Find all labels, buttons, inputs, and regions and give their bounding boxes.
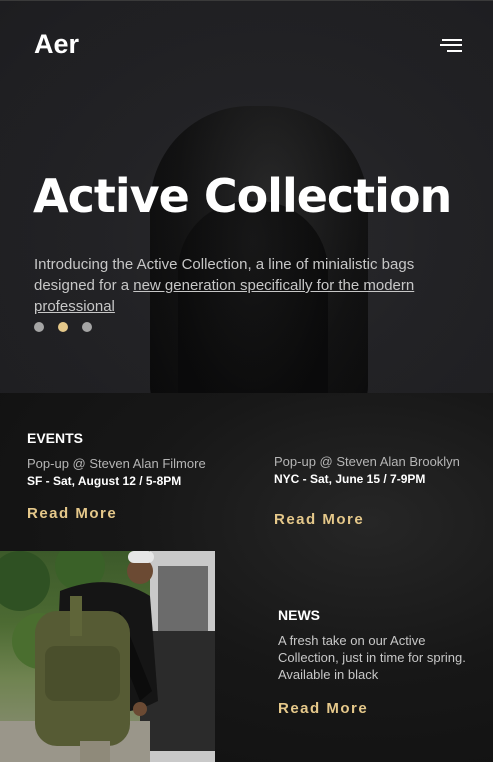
event-1-read-more-link[interactable]: Read More (27, 505, 117, 522)
event-1-date: SF - Sat, August 12 / 5-8PM (27, 474, 182, 488)
event-2-read-more-link[interactable]: Read More (274, 511, 364, 528)
person-backpack-illustration (0, 551, 215, 762)
brand-logo[interactable]: Aer (34, 29, 79, 60)
news-image[interactable] (0, 551, 215, 762)
event-1-name: Pop-up @ Steven Alan Filmore (27, 456, 206, 471)
hero-description: Introducing the Active Collection, a lin… (34, 254, 454, 317)
event-2-date: NYC - Sat, June 15 / 7-9PM (274, 472, 426, 486)
slide-indicators (34, 322, 106, 332)
slide-dot-2[interactable] (58, 322, 68, 332)
news-text: A fresh take on our Active Collection, j… (278, 633, 466, 682)
news-title: NEWS (278, 607, 320, 623)
event-2-name: Pop-up @ Steven Alan Brooklyn (274, 454, 460, 469)
slide-dot-1[interactable] (34, 322, 44, 332)
events-title: EVENTS (27, 430, 84, 446)
hamburger-menu-icon[interactable] (436, 35, 466, 57)
hero-section: Aer Active Collection Introducing the Ac… (0, 1, 493, 393)
hero-title: Active Collection (33, 169, 452, 223)
slide-dot-3[interactable] (82, 322, 92, 332)
news-read-more-link[interactable]: Read More (278, 700, 368, 717)
